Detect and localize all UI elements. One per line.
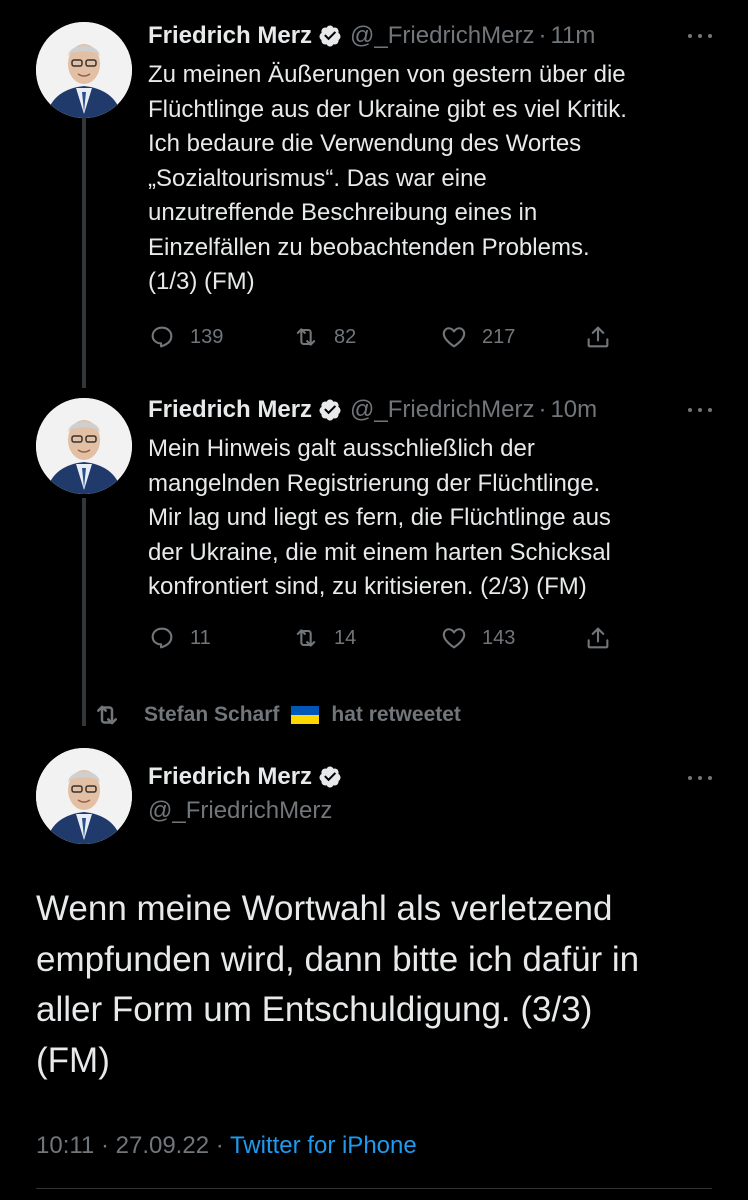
share-icon bbox=[587, 326, 609, 348]
share-icon bbox=[587, 627, 609, 649]
tweet-text-line: Mein Hinweis galt ausschließlich der bbox=[148, 435, 535, 462]
retweet-icon bbox=[97, 705, 117, 725]
tweet-text-line: Zu meinen Äußerungen von gestern über di… bbox=[148, 61, 626, 88]
tweet-text-line: (1/3) (FM) bbox=[148, 268, 255, 295]
separator-dot: · bbox=[538, 396, 547, 423]
tweet-text-line: Flüchtlinge aus der Ukraine gibt es viel… bbox=[148, 95, 627, 123]
tweet-date[interactable]: 27.09.22 bbox=[116, 1132, 209, 1159]
tweet-actions: 139 82 217 bbox=[148, 317, 628, 357]
like-count: 143 bbox=[482, 626, 516, 649]
tweet-text-line: empfunden wird, dann bitte ich dafür in bbox=[36, 939, 640, 979]
tweet-text-line: aller Form um Entschuldigung. (3/3) bbox=[36, 990, 593, 1029]
verified-badge-icon bbox=[318, 398, 342, 422]
retweet-icon bbox=[296, 629, 316, 647]
like-count: 217 bbox=[482, 325, 516, 348]
author-name[interactable]: Friedrich Merz bbox=[148, 21, 312, 51]
tweet-text-line: der Ukraine, die mit einem harten Schick… bbox=[148, 538, 611, 566]
avatar[interactable] bbox=[36, 22, 132, 118]
thread-line bbox=[82, 498, 86, 726]
verified-badge-icon bbox=[318, 765, 342, 789]
tweet-meta: 10:11 · 27.09.22 · Twitter for iPhone bbox=[36, 1132, 417, 1160]
tweet-text-line: Einzelfällen zu beobachtenden Problems. bbox=[148, 233, 590, 261]
ukraine-flag-icon bbox=[291, 706, 320, 724]
avatar[interactable] bbox=[36, 398, 132, 494]
more-icon[interactable] bbox=[688, 24, 712, 48]
more-icon[interactable] bbox=[688, 766, 712, 790]
main-tweet-text: Wenn meine Wortwahl als verletzend empfu… bbox=[36, 884, 726, 1086]
retweet-icon bbox=[296, 328, 316, 346]
more-icon[interactable] bbox=[688, 398, 712, 422]
tweet-time[interactable]: 11m bbox=[550, 21, 595, 51]
avatar-image bbox=[36, 398, 132, 494]
tweet-actions: 11 14 143 bbox=[148, 618, 628, 658]
heart-icon bbox=[442, 628, 466, 649]
main-author[interactable]: Friedrich Merz bbox=[148, 760, 350, 794]
reply-icon bbox=[151, 326, 173, 348]
tweet-thread-page: Friedrich Merz @_FriedrichMerz · 11m Zu … bbox=[0, 0, 748, 1200]
tweet-time[interactable]: 10m bbox=[550, 395, 597, 425]
separator-dot: · bbox=[215, 1132, 224, 1159]
tweet-header: Friedrich Merz @_FriedrichMerz · 10m bbox=[148, 390, 597, 430]
divider bbox=[36, 1188, 712, 1189]
like-button[interactable]: 217 bbox=[440, 317, 515, 357]
tweet-text-line: mangelnden Registrierung der Flüchtlinge… bbox=[148, 469, 601, 497]
author-handle[interactable]: @_FriedrichMerz bbox=[350, 21, 534, 51]
thread-line bbox=[82, 118, 86, 388]
retweet-count: 14 bbox=[334, 626, 357, 649]
retweet-button[interactable]: 14 bbox=[292, 618, 356, 658]
avatar-image bbox=[36, 22, 132, 118]
author-handle[interactable]: @_FriedrichMerz bbox=[148, 797, 332, 825]
reply-button[interactable]: 11 bbox=[148, 618, 211, 658]
retweet-action-label: hat retweetet bbox=[331, 703, 461, 726]
retweet-button[interactable]: 82 bbox=[292, 317, 356, 357]
tweet-source-link[interactable]: Twitter for iPhone bbox=[230, 1132, 417, 1159]
tweet-text-line: Mir lag und liegt es fern, die Flüchtlin… bbox=[148, 504, 611, 531]
tweet-text-line: „Sozialtourismus“. Das war eine bbox=[148, 164, 487, 192]
avatar-image bbox=[36, 748, 132, 844]
tweet-text-line: Ich bedaure die Verwendung des Wortes bbox=[148, 130, 582, 157]
share-button[interactable] bbox=[584, 317, 612, 357]
tweet-text-line: Wenn meine Wortwahl als verletzend bbox=[36, 889, 613, 928]
retweet-count: 82 bbox=[334, 325, 357, 348]
avatar[interactable] bbox=[36, 748, 132, 844]
tweet-text: Mein Hinweis galt ausschließlich der man… bbox=[148, 432, 728, 605]
tweet-timestamp[interactable]: 10:11 bbox=[36, 1132, 94, 1159]
author-name[interactable]: Friedrich Merz bbox=[148, 395, 312, 425]
reply-icon bbox=[151, 627, 173, 649]
reply-count: 139 bbox=[190, 325, 224, 348]
retweeted-by[interactable]: Stefan Scharf hat retweetet bbox=[92, 698, 461, 732]
author-handle[interactable]: @_FriedrichMerz bbox=[350, 395, 534, 425]
like-button[interactable]: 143 bbox=[440, 618, 515, 658]
reply-button[interactable]: 139 bbox=[148, 317, 223, 357]
retweeter-name[interactable]: Stefan Scharf bbox=[144, 703, 279, 727]
reply-count: 11 bbox=[190, 626, 211, 649]
tweet-header: Friedrich Merz @_FriedrichMerz · 11m bbox=[148, 16, 595, 56]
share-button[interactable] bbox=[584, 618, 612, 658]
separator-dot: · bbox=[100, 1132, 109, 1159]
verified-badge-icon bbox=[318, 24, 342, 48]
author-name[interactable]: Friedrich Merz bbox=[148, 763, 312, 791]
heart-icon bbox=[442, 327, 466, 348]
separator-dot: · bbox=[538, 22, 547, 49]
tweet-text: Zu meinen Äußerungen von gestern über di… bbox=[148, 58, 728, 300]
tweet-text-line: konfrontiert sind, zu kritisieren. (2/3)… bbox=[148, 573, 587, 600]
tweet-text-line: unzutreffende Beschreibung eines in bbox=[148, 199, 538, 226]
tweet-text-line: (FM) bbox=[36, 1040, 110, 1080]
